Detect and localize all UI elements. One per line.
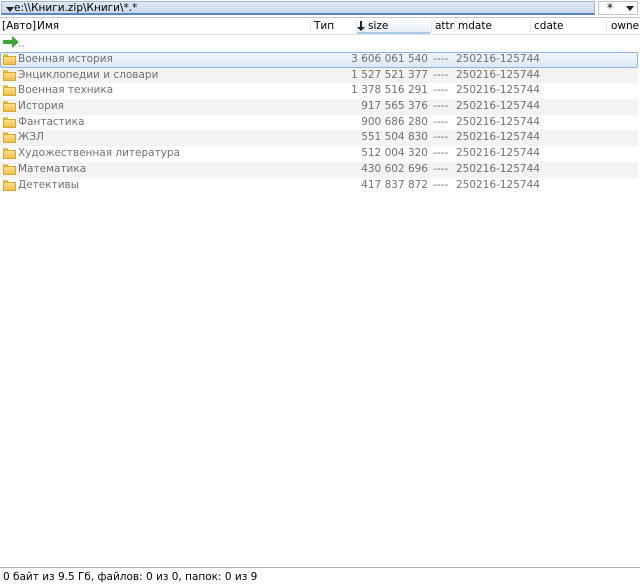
column-separator[interactable] — [606, 20, 607, 32]
row-attr: ---- — [433, 84, 449, 97]
row-mdate: 250216-125744 — [456, 53, 540, 65]
column-cdate[interactable]: cdate — [534, 18, 604, 34]
status-text: 0 байт из 9.5 Гб, файлов: 0 из 0, папок:… — [3, 571, 258, 583]
path-text: e:\\Книги.zip\Книги\*.* — [14, 2, 138, 14]
folder-icon — [3, 132, 16, 144]
folder-icon — [3, 101, 16, 113]
table-row[interactable]: Художественная литература 512 004 320 ----… — [0, 146, 638, 162]
row-name: История — [18, 100, 64, 113]
parent-directory-label: .. — [18, 38, 25, 50]
row-size: 1 378 516 291 — [351, 84, 428, 97]
folder-icon — [3, 85, 16, 97]
row-attr: ---- — [433, 68, 449, 81]
status-bar: 0 байт из 9.5 Гб, файлов: 0 из 0, папок:… — [0, 567, 640, 586]
row-size: 900 686 280 — [361, 115, 428, 128]
row-attr: ---- — [433, 178, 449, 191]
row-name: Художественная литература — [18, 147, 181, 160]
row-attr: ---- — [433, 147, 449, 160]
table-row[interactable]: Детективы 417 837 872 ---- 250216-125744 — [0, 178, 638, 194]
row-mdate: 250216-125744 — [456, 100, 540, 113]
row-attr: ---- — [433, 115, 449, 128]
row-mdate: 250216-125744 — [456, 147, 540, 160]
up-arrow-icon — [3, 36, 19, 48]
table-row[interactable]: Военная техника 1 378 516 291 ---- 250216-1… — [0, 83, 638, 99]
row-size: 3 606 061 540 — [351, 53, 428, 65]
column-separator[interactable] — [454, 20, 455, 32]
row-name: Энциклопедии и словари — [18, 68, 159, 81]
path-bar: e:\\Книги.zip\Книги\*.* * — [0, 0, 640, 17]
file-panel: [Авто] Имя Тип size attr mdate cdate own… — [0, 17, 640, 567]
folder-icon — [3, 116, 16, 128]
column-size-label: size — [368, 20, 389, 32]
row-name: ЖЗЛ — [18, 131, 44, 144]
file-list: Военная история 3 606 061 540 ---- 250216-1… — [0, 52, 640, 193]
row-size: 551 504 830 — [361, 131, 428, 144]
row-name: Военная техника — [18, 84, 114, 97]
folder-icon — [3, 69, 16, 81]
parent-directory-row[interactable]: .. — [0, 36, 640, 52]
column-name[interactable]: Имя — [37, 18, 307, 34]
column-owner[interactable]: owne — [611, 18, 639, 34]
row-mdate: 250216-125744 — [456, 162, 540, 175]
row-size: 512 004 320 — [361, 147, 428, 160]
row-mdate: 250216-125744 — [456, 115, 540, 128]
table-row[interactable]: Математика 430 602 696 ---- 250216-125744 — [0, 161, 638, 178]
folder-icon — [3, 179, 16, 191]
row-mdate: 250216-125744 — [456, 178, 540, 191]
row-mdate: 250216-125744 — [456, 84, 540, 97]
chevron-down-icon[interactable] — [626, 6, 634, 11]
column-size[interactable]: size — [357, 18, 430, 34]
column-type[interactable]: Тип — [314, 18, 354, 34]
path-tab[interactable]: e:\\Книги.zip\Книги\*.* — [1, 1, 595, 15]
row-name: Детективы — [18, 178, 80, 191]
folder-icon — [3, 54, 16, 65]
row-size: 917 565 376 — [361, 100, 428, 113]
column-separator[interactable] — [530, 20, 531, 32]
folder-icon — [3, 148, 16, 160]
column-attr[interactable]: attr — [435, 18, 455, 34]
sort-descending-icon — [357, 21, 365, 31]
column-separator[interactable] — [310, 20, 311, 32]
row-mdate: 250216-125744 — [456, 68, 540, 81]
column-separator[interactable] — [431, 20, 432, 32]
filter-glyph: * — [607, 1, 613, 15]
folder-icon — [3, 163, 16, 175]
row-attr: ---- — [433, 162, 449, 175]
filter-button[interactable]: * — [598, 1, 638, 15]
row-name: Военная история — [18, 53, 113, 65]
column-mdate[interactable]: mdate — [458, 18, 528, 34]
row-attr: ---- — [433, 131, 449, 144]
row-attr: ---- — [433, 100, 449, 113]
table-row[interactable]: Фантастика 900 686 280 ---- 250216-125744 — [0, 115, 638, 131]
row-name: Фантастика — [18, 115, 85, 128]
table-row[interactable]: ЖЗЛ 551 504 830 ---- 250216-125744 — [0, 130, 638, 147]
drive-selector[interactable]: [Авто] — [2, 18, 36, 34]
row-size: 417 837 872 — [361, 178, 428, 191]
row-name: Математика — [18, 162, 87, 175]
table-row[interactable]: Энциклопедии и словари 1 527 521 377 ---- 2… — [0, 67, 638, 84]
table-row[interactable]: Военная история 3 606 061 540 ---- 250216-1… — [0, 52, 638, 68]
row-size: 430 602 696 — [361, 162, 428, 175]
column-header: [Авто] Имя Тип size attr mdate cdate own… — [0, 18, 640, 35]
row-mdate: 250216-125744 — [456, 131, 540, 144]
table-row[interactable]: История 917 565 376 ---- 250216-125744 — [0, 99, 638, 115]
row-attr: ---- — [433, 53, 449, 65]
row-size: 1 527 521 377 — [351, 68, 428, 81]
chevron-down-icon[interactable] — [6, 7, 14, 12]
